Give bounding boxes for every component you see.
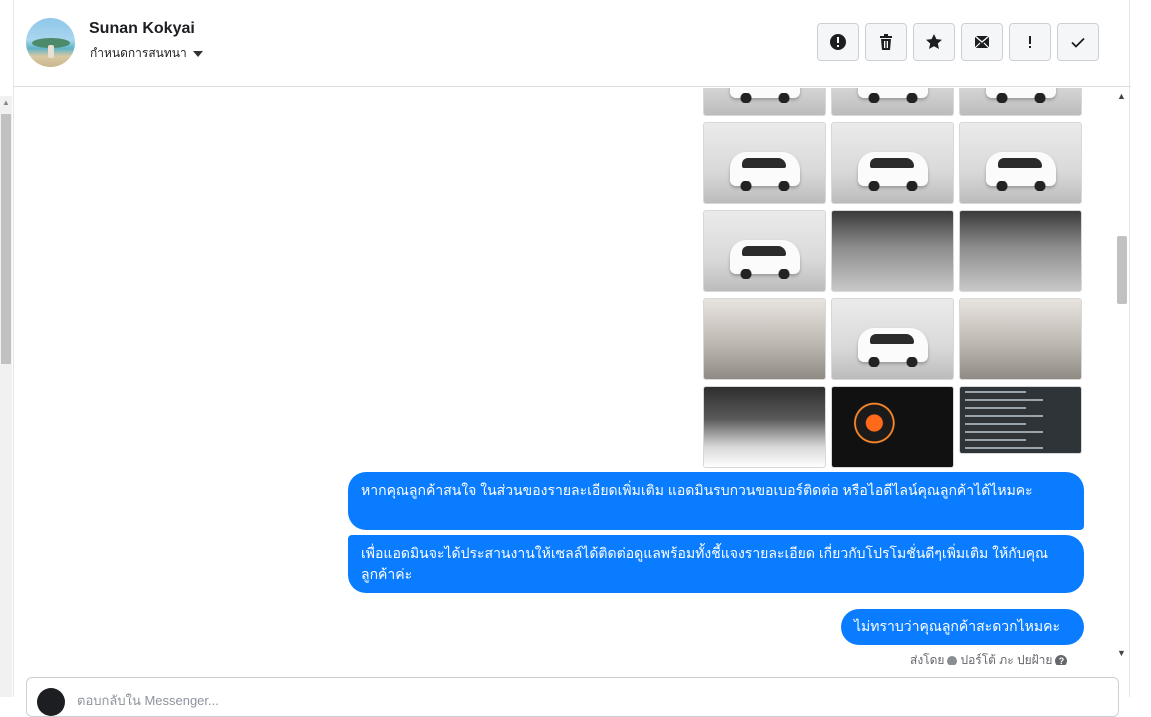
photo-thumbnail-door-panel[interactable]: [959, 298, 1082, 380]
document-line: [965, 415, 1043, 417]
document-line: [965, 407, 1027, 409]
checkmark-icon: [1071, 37, 1085, 48]
photo-thumbnail-dashboard[interactable]: [831, 210, 954, 292]
thread-scroll-thumb[interactable]: [1117, 236, 1127, 304]
photo-thumbnail-spec-sheet[interactable]: [959, 386, 1082, 454]
message-thread[interactable]: หากคุณลูกค้าสนใจ ในส่วนของรายละเอียดเพิ่…: [14, 88, 1131, 665]
scroll-up-arrow-icon[interactable]: ▲: [2, 98, 10, 107]
trash-icon: [880, 34, 892, 50]
outgoing-message[interactable]: เพื่อแอดมินจะได้ประสานงานให้เซลล์ได้ติดต…: [348, 535, 1084, 593]
photo-thumbnail-gauge-cluster[interactable]: [831, 386, 954, 468]
document-line: [965, 391, 1027, 393]
help-icon[interactable]: ?: [1055, 654, 1068, 665]
mark-done-button[interactable]: [1057, 23, 1099, 61]
document-lines: [965, 391, 1076, 453]
photo-thumbnail-car-rear[interactable]: [959, 88, 1082, 116]
conversation-header: Sunan Kokyai กำหนดการสนทนา: [14, 0, 1131, 87]
sent-by-label: ส่งโดย ปอร์โต้ ภะ ปุยฝ้าย ?: [910, 651, 1068, 665]
mark-important-button[interactable]: [1009, 23, 1051, 61]
car-shape: [729, 88, 800, 104]
conversation-panel: Sunan Kokyai กำหนดการสนทนา หากคุณลูกค้าส…: [13, 0, 1131, 717]
document-line: [965, 423, 1027, 425]
photo-attachment-grid: [703, 88, 1083, 468]
document-line: [965, 399, 1043, 401]
contact-name[interactable]: Sunan Kokyai: [89, 20, 195, 38]
car-shape: [985, 88, 1056, 104]
document-line: [965, 439, 1027, 441]
photo-thumbnail-wheel[interactable]: [831, 298, 954, 380]
star-button[interactable]: [913, 23, 955, 61]
star-icon: [926, 34, 942, 49]
car-shape: [857, 328, 928, 368]
car-shape: [729, 152, 800, 192]
caret-down-icon: [192, 50, 203, 57]
car-shape: [985, 152, 1056, 192]
alert-circle-icon: [830, 34, 846, 50]
mark-unread-button[interactable]: [961, 23, 1003, 61]
car-shape: [857, 152, 928, 192]
photo-thumbnail-car-rear-quarter[interactable]: [831, 122, 954, 204]
messenger-logo-icon: [37, 688, 65, 716]
outgoing-message[interactable]: ไม่ทราบว่าคุณลูกค้าสะดวกไหมคะ: [841, 609, 1084, 645]
mark-unread-icon: [974, 35, 990, 49]
car-shape: [729, 240, 800, 280]
conversation-toolbar: [817, 23, 1099, 61]
outgoing-message[interactable]: หากคุณลูกค้าสนใจ ในส่วนของรายละเอียดเพิ่…: [348, 472, 1084, 530]
schedule-label: กำหนดการสนทนา: [90, 46, 187, 60]
avatar-person-shape: [48, 45, 54, 58]
reply-placeholder[interactable]: ตอบกลับใน Messenger...: [77, 690, 219, 711]
avatar[interactable]: [26, 18, 75, 67]
photo-thumbnail-car-side[interactable]: [703, 210, 826, 292]
scroll-up-arrow-icon[interactable]: ▲: [1117, 91, 1126, 101]
photo-thumbnail-rear-seats[interactable]: [703, 298, 826, 380]
page-scroll-thumb[interactable]: [1, 114, 11, 364]
sender-avatar-icon: [947, 655, 958, 665]
sent-by-prefix: ส่งโดย: [910, 653, 945, 665]
reply-composer[interactable]: ตอบกลับใน Messenger...: [26, 677, 1119, 717]
document-line: [965, 431, 1043, 433]
photo-thumbnail-car-rear[interactable]: [831, 88, 954, 116]
car-shape: [857, 88, 928, 104]
page-scrollbar[interactable]: ▲: [0, 96, 12, 697]
photo-thumbnail-car-rear[interactable]: [703, 88, 826, 116]
photo-thumbnail-car-rear[interactable]: [703, 122, 826, 204]
photo-thumbnail-gear-console[interactable]: [959, 210, 1082, 292]
sender-name[interactable]: ปอร์โต้ ภะ ปุยฝ้าย: [960, 651, 1052, 665]
delete-button[interactable]: [865, 23, 907, 61]
report-spam-button[interactable]: [817, 23, 859, 61]
photo-thumbnail-engine-bay[interactable]: [703, 386, 826, 468]
document-line: [965, 447, 1043, 449]
scroll-down-arrow-icon[interactable]: ▼: [1117, 648, 1126, 658]
photo-thumbnail-car-side[interactable]: [959, 122, 1082, 204]
conversation-schedule-dropdown[interactable]: กำหนดการสนทนา: [90, 44, 203, 63]
thread-scrollbar[interactable]: ▲ ▼: [1114, 88, 1130, 665]
exclamation-icon: [1029, 36, 1031, 48]
